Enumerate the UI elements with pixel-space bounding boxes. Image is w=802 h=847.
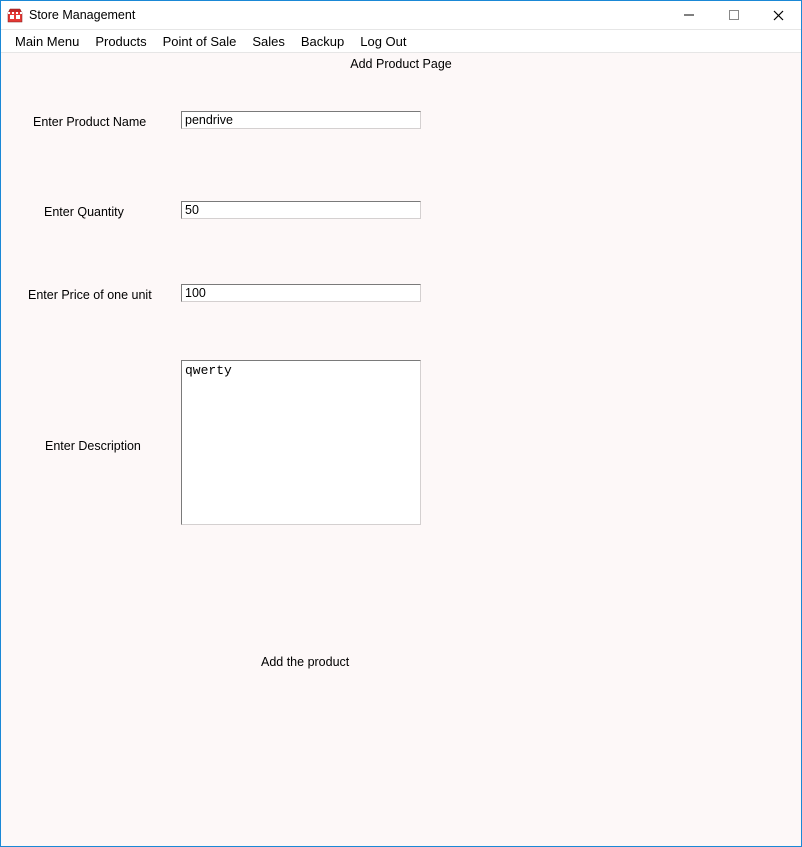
add-product-button[interactable]: Add the product	[251, 651, 359, 673]
titlebar: Store Management	[1, 1, 801, 30]
menu-products[interactable]: Products	[87, 32, 154, 51]
menubar: Main Menu Products Point of Sale Sales B…	[1, 30, 801, 53]
price-input[interactable]	[181, 284, 421, 302]
price-label: Enter Price of one unit	[28, 288, 152, 302]
quantity-label: Enter Quantity	[44, 205, 124, 219]
titlebar-controls	[666, 1, 801, 29]
window-title: Store Management	[29, 8, 135, 22]
minimize-button[interactable]	[666, 1, 711, 29]
maximize-button[interactable]	[711, 1, 756, 29]
titlebar-left: Store Management	[7, 7, 135, 23]
description-label: Enter Description	[45, 439, 141, 453]
app-window: Store Management Main Menu Products Poin…	[0, 0, 802, 847]
menu-backup[interactable]: Backup	[293, 32, 352, 51]
menu-sales[interactable]: Sales	[244, 32, 293, 51]
close-button[interactable]	[756, 1, 801, 29]
product-name-input[interactable]	[181, 111, 421, 129]
menu-point-of-sale[interactable]: Point of Sale	[155, 32, 245, 51]
quantity-input[interactable]	[181, 201, 421, 219]
menu-main[interactable]: Main Menu	[7, 32, 87, 51]
product-name-label: Enter Product Name	[33, 115, 146, 129]
menu-log-out[interactable]: Log Out	[352, 32, 414, 51]
description-textarea[interactable]	[181, 360, 421, 525]
app-icon	[7, 7, 23, 23]
page-title: Add Product Page	[1, 57, 801, 71]
client-area: Add Product Page Enter Product Name Ente…	[1, 53, 801, 846]
